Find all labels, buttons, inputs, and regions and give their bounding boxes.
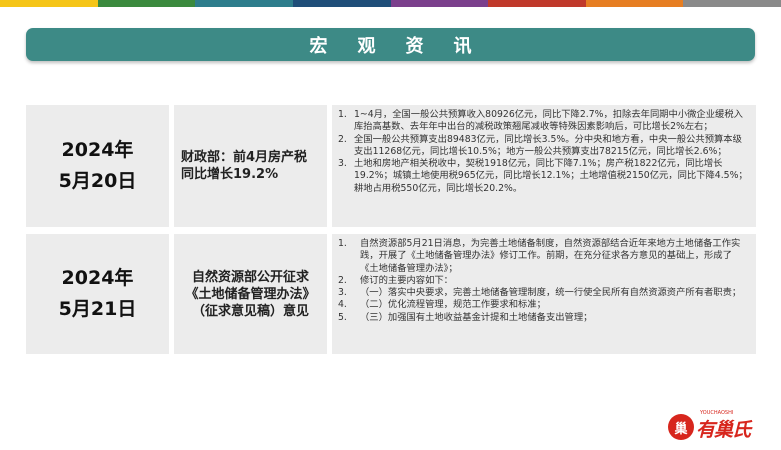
brand-logo: 巢 YOUCHAOSHI 有巢氏 (668, 410, 760, 444)
item-text: 土地和房地产相关税收中，契税1918亿元，同比下降7.1%；房产税1822亿元，… (354, 158, 748, 194)
item-number: 5. (338, 311, 347, 323)
stripe-segment (292, 0, 391, 7)
item-number: 2. (338, 274, 347, 286)
item-number: 3. (338, 158, 347, 170)
stripe-segment (683, 0, 781, 7)
headline-cell: 自然资源部公开征求 《土地储备管理办法》 （征求意见稿）意见 (174, 234, 327, 354)
headline-cell: 财政部：前4月房产税 同比增长19.2% (174, 105, 327, 227)
item-text: 全国一般公共预算支出89483亿元，同比增长3.5%。分中央和地方看，中央一般公… (354, 133, 742, 157)
item-number: 4. (338, 299, 347, 311)
news-row: 2024年 5月20日 财政部：前4月房产税 同比增长19.2% 1. 1~4月，… (26, 105, 756, 227)
item-text: 1~4月，全国一般公共预算收入80926亿元，同比下降2.7%，扣除去年同期中小… (354, 109, 743, 133)
date-year: 2024年 (61, 139, 134, 161)
date-day: 5月21日 (58, 298, 137, 320)
headline-line: 同比增长19.2% (181, 167, 279, 182)
headline-line: 《土地储备管理办法》 (185, 286, 316, 302)
item-text: （二）优化流程管理，规范工作要求和标准； (360, 299, 546, 311)
date-cell: 2024年 5月21日 (26, 234, 169, 354)
item-number: 3. (338, 287, 347, 299)
headline-line: （征求意见稿）意见 (191, 303, 309, 319)
stripe-segment (195, 0, 293, 7)
logo-text: 有巢氏 (696, 419, 751, 441)
stripe-segment (488, 0, 586, 7)
list-item: 2. 全国一般公共预算支出89483亿元，同比增长3.5%。分中央和地方看，中央一… (338, 134, 748, 159)
list-item: 3. 土地和房地产相关税收中，契税1918亿元，同比下降7.1%；房产税1822亿… (338, 158, 748, 195)
item-number: 1. (338, 238, 347, 249)
list-item: 3. （一）落实中央要求，完善土地储备管理制度，统一行使全民所有自然资源资产所有者… (338, 287, 748, 299)
date-year: 2024年 (61, 267, 134, 289)
date-cell: 2024年 5月20日 (26, 105, 169, 227)
news-row: 2024年 5月21日 自然资源部公开征求 《土地储备管理办法》 （征求意见稿）… (26, 234, 756, 354)
logo-mark-icon: 巢 (668, 414, 694, 440)
item-text: 自然资源部5月21日消息，为完善土地储备制度，自然资源部结合近年来地方土地储备工… (360, 238, 741, 274)
date-day: 5月20日 (58, 170, 137, 192)
detail-list: 1. 1~4月，全国一般公共预算收入80926亿元，同比下降2.7%，扣除去年同期… (338, 109, 748, 195)
item-text: 修订的主要内容如下： (360, 274, 453, 286)
stripe-segment (97, 0, 196, 7)
list-item: 4. （二）优化流程管理，规范工作要求和标准； (338, 299, 748, 311)
list-item: 2. 修订的主要内容如下： (338, 275, 748, 287)
logo-mark-char: 巢 (674, 421, 688, 437)
headline-line: 自然资源部公开征求 (191, 269, 309, 285)
stripe-segment (0, 0, 98, 7)
list-item: 5. （三）加强国有土地收益基金计提和土地储备支出管理； (338, 312, 748, 324)
headline-line: 财政部：前4月房产税 (181, 150, 308, 165)
item-text: （三）加强国有土地收益基金计提和土地储备支出管理； (360, 311, 593, 323)
detail-cell: 1. 1~4月，全国一般公共预算收入80926亿元，同比下降2.7%，扣除去年同期… (332, 105, 756, 227)
item-text: （一）落实中央要求，完善土地储备管理制度，统一行使全民所有自然资源资产所有者职责… (360, 287, 742, 299)
list-item: 1. 自然资源部5月21日消息，为完善土地储备制度，自然资源部结合近年来地方土地储… (338, 238, 748, 275)
item-number: 1. (338, 109, 347, 120)
top-color-stripe (0, 0, 781, 7)
stripe-segment (390, 0, 489, 7)
page-title: 宏观资讯 (309, 35, 502, 57)
detail-list: 1. 自然资源部5月21日消息，为完善土地储备制度，自然资源部结合近年来地方土地储… (338, 238, 748, 324)
list-item: 1. 1~4月，全国一般公共预算收入80926亿元，同比下降2.7%，扣除去年同期… (338, 109, 748, 134)
title-banner: 宏观资讯 (26, 28, 755, 61)
detail-cell: 1. 自然资源部5月21日消息，为完善土地储备制度，自然资源部结合近年来地方土地储… (332, 234, 756, 354)
item-number: 2. (338, 133, 347, 145)
stripe-segment (585, 0, 684, 7)
